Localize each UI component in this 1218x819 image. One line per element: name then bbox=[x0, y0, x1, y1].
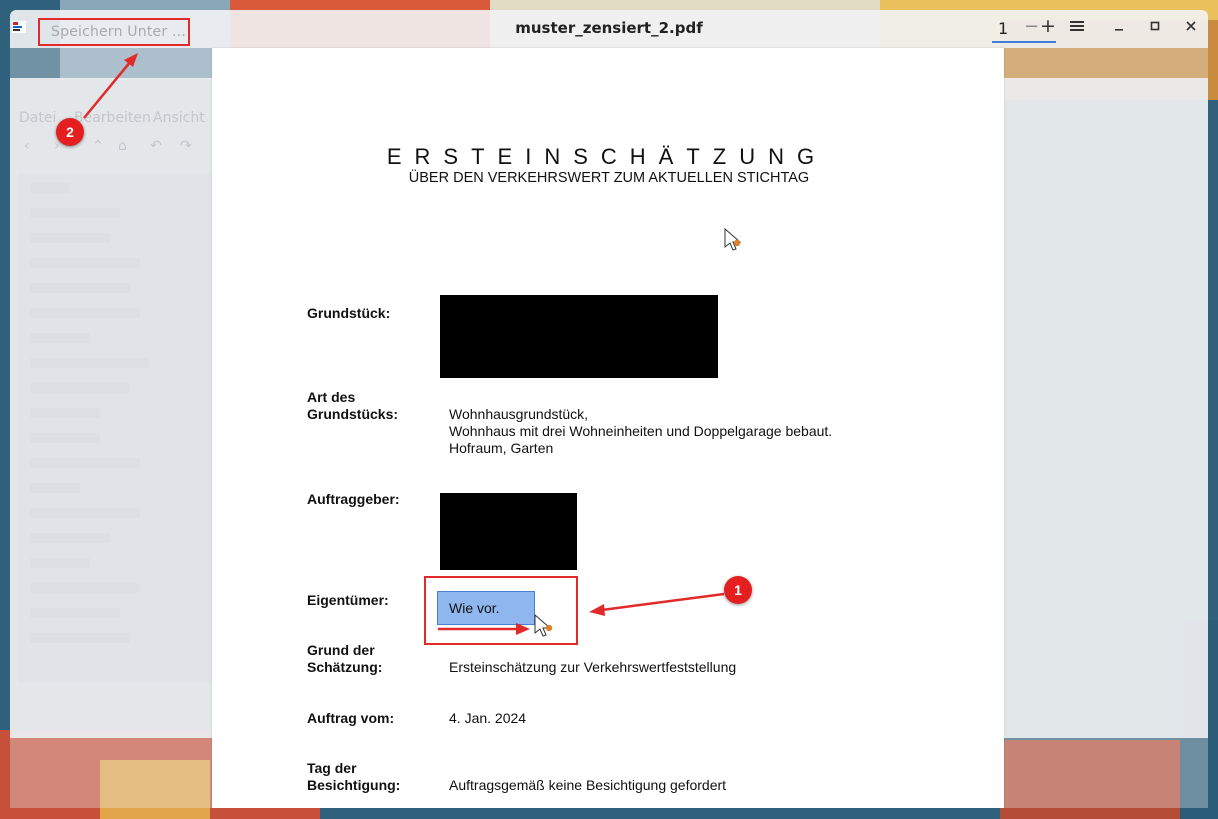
field-label-auftraggeber: Auftraggeber: bbox=[307, 491, 400, 507]
selected-text-eigentuemer[interactable]: Wie vor. bbox=[437, 591, 535, 625]
field-label-art-line1: Art des bbox=[307, 389, 356, 405]
page-decrement-button[interactable]: − bbox=[1024, 16, 1039, 37]
document-subtitle: ÜBER DEN VERKEHRSWERT ZUM AKTUELLEN STIC… bbox=[408, 170, 810, 186]
step-badge-1: 1 bbox=[724, 576, 752, 604]
close-icon[interactable] bbox=[1180, 18, 1202, 40]
field-label-grundstueck: Grundstück: bbox=[307, 305, 391, 321]
field-value-besichtigung: Auftragsgemäß keine Besichtigung geforde… bbox=[449, 777, 727, 793]
redaction-box bbox=[440, 493, 577, 570]
field-label-besichtigung-line1: Tag der bbox=[307, 760, 357, 776]
pdf-viewer-window: Speichern Unter … muster_zensiert_2.pdf … bbox=[10, 10, 1208, 808]
step-badge-2: 2 bbox=[56, 118, 84, 146]
document-title: ERSTEINSCHÄTZUNG bbox=[386, 144, 828, 169]
field-label-art-line2: Grundstücks: bbox=[307, 406, 399, 422]
redaction-box bbox=[440, 295, 718, 378]
pdf-page: ERSTEINSCHÄTZUNG ÜBER DEN VERKEHRSWERT Z… bbox=[212, 48, 1004, 808]
field-value-art-line2: Wohnhaus mit drei Wohneinheiten und Dopp… bbox=[449, 423, 833, 439]
field-label-grund-line2: Schätzung: bbox=[307, 659, 383, 675]
maximize-icon[interactable] bbox=[1144, 18, 1166, 40]
page-number-value[interactable]: 1 bbox=[998, 19, 1008, 38]
field-label-auftrag: Auftrag vom: bbox=[307, 710, 395, 726]
hamburger-menu-icon[interactable] bbox=[1066, 18, 1088, 40]
field-value-art-line1: Wohnhausgrundstück, bbox=[449, 406, 589, 422]
field-label-grund-line1: Grund der bbox=[307, 642, 375, 658]
field-label-eigentuemer: Eigentümer: bbox=[307, 592, 389, 608]
title-bar: Speichern Unter … muster_zensiert_2.pdf … bbox=[10, 10, 1208, 48]
field-value-auftrag: 4. Jan. 2024 bbox=[449, 710, 527, 726]
field-value-art-line3: Hofraum, Garten bbox=[449, 440, 554, 456]
minimize-icon[interactable] bbox=[1108, 18, 1130, 40]
page-number-field[interactable]: 1 − + bbox=[992, 15, 1056, 43]
field-label-besichtigung-line2: Besichtigung: bbox=[307, 777, 401, 793]
field-value-grund: Ersteinschätzung zur Verkehrswertfestste… bbox=[449, 659, 737, 675]
page-increment-button[interactable]: + bbox=[1040, 15, 1056, 37]
